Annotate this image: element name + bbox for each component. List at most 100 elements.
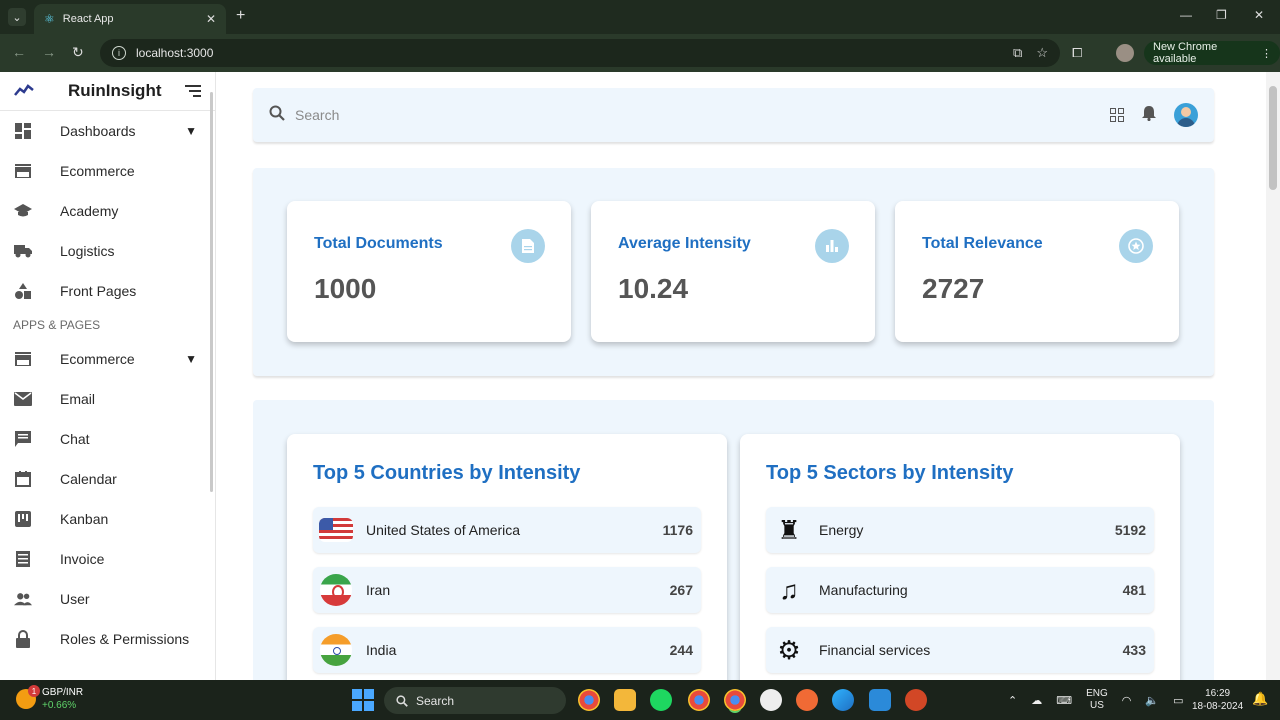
stat-title: Total Relevance [922, 235, 1043, 252]
list-item[interactable]: ⚙ Financial services 433 [766, 627, 1154, 673]
list-item[interactable]: ♫ Manufacturing 481 [766, 567, 1154, 613]
top-search-bar [253, 88, 1214, 142]
sidebar-item-ecommerce[interactable]: Ecommerce [0, 151, 215, 191]
address-bar[interactable]: i localhost:3000 ⧉ ☆ [100, 39, 1060, 67]
lock-icon [14, 630, 32, 648]
scroll-thumb[interactable] [1269, 86, 1277, 190]
vscode-icon[interactable] [869, 689, 891, 711]
search-icon [269, 105, 289, 126]
list-item[interactable]: ♜ Energy 5192 [766, 507, 1154, 553]
windows-start-icon[interactable] [352, 689, 374, 711]
ticker-change: +0.66% [42, 700, 77, 711]
notifications-bell-icon[interactable] [1142, 105, 1156, 126]
sidebar-item-chat[interactable]: Chat [0, 419, 215, 459]
date: 18-08-2024 [1192, 701, 1244, 712]
sidebar-item-logistics[interactable]: Logistics [0, 231, 215, 271]
clock[interactable]: 16:29 18-08-2024 [1192, 687, 1243, 713]
new-tab-button[interactable]: + [236, 7, 245, 25]
forward-button[interactable]: → [42, 44, 56, 60]
back-button[interactable]: ← [12, 44, 26, 60]
gears-icon: ⚙ [777, 634, 801, 665]
stat-value: 10.24 [618, 273, 689, 304]
battery-icon[interactable]: ▭ [1173, 694, 1183, 707]
extensions-icon[interactable]: ⧠ [1072, 45, 1082, 61]
close-window-button[interactable]: ✕ [1254, 8, 1264, 22]
list-item[interactable]: United States of America 1176 [313, 507, 701, 553]
sidebar-item-dashboards[interactable]: Dashboards ▼ [0, 111, 215, 151]
close-icon[interactable]: ✕ [206, 12, 216, 26]
invoice-icon [14, 550, 32, 568]
sidebar-item-invoice[interactable]: Invoice [0, 539, 215, 579]
stat-value: 1000 [314, 273, 377, 304]
site-info-icon[interactable]: i [112, 46, 126, 60]
brand-name: RuinInsight [68, 81, 162, 100]
main-scrollbar[interactable] [1266, 72, 1280, 680]
user-avatar[interactable] [1174, 103, 1198, 127]
chat-icon [14, 430, 32, 448]
tab-search-button[interactable]: ⌄ [8, 8, 26, 26]
menu-toggle-icon[interactable] [185, 82, 201, 100]
stat-card-total-relevance: Total Relevance 2727 [895, 201, 1179, 342]
cloud-icon[interactable]: ☁ [1031, 694, 1042, 707]
stat-title: Average Intensity [618, 235, 751, 252]
apps-grid-icon[interactable] [1110, 108, 1124, 122]
truck-icon [14, 242, 32, 260]
update-chrome-button[interactable]: New Chrome available ⋮ [1144, 41, 1280, 65]
chess-rook-icon: ♜ [777, 514, 801, 545]
postman-icon[interactable] [796, 689, 818, 711]
shapes-icon [14, 282, 32, 300]
minimize-button[interactable]: — [1180, 8, 1192, 22]
chrome-active-icon[interactable] [724, 689, 746, 711]
update-label: New Chrome available [1153, 41, 1218, 65]
iran-flag-icon [320, 574, 352, 606]
stat-card-total-documents: Total Documents 1000 [287, 201, 571, 342]
chrome-app-icon[interactable] [578, 689, 600, 711]
powerpoint-icon[interactable] [905, 689, 927, 711]
sidebar-item-academy[interactable]: Academy [0, 191, 215, 231]
sidebar-item-email[interactable]: Email [0, 379, 215, 419]
wifi-icon[interactable]: ◠ [1122, 694, 1132, 707]
stat-value: 2727 [922, 273, 985, 304]
star-icon [1119, 229, 1153, 263]
edge-icon[interactable] [832, 689, 854, 711]
list-item[interactable]: Iran 267 [313, 567, 701, 613]
reload-button[interactable]: ↻ [72, 44, 84, 61]
system-tray: ⌃ ☁ ⌨ ENG US ◠ 🔈 ▭ [1008, 688, 1184, 712]
stat-title: Total Documents [314, 235, 443, 252]
sidebar-item-roles-permissions[interactable]: Roles & Permissions [0, 619, 215, 659]
list-item[interactable]: India 244 [313, 627, 701, 673]
chevron-up-icon[interactable]: ⌃ [1008, 694, 1017, 707]
notification-bell-icon[interactable]: 🔔 [1252, 691, 1268, 707]
volume-icon[interactable]: 🔈 [1145, 694, 1159, 707]
document-icon [511, 229, 545, 263]
currency-icon: 1 [16, 685, 40, 709]
browser-tab[interactable]: ⚛ React App ✕ [34, 4, 226, 34]
language-indicator[interactable]: ENG US [1086, 688, 1108, 712]
chrome-app-icon[interactable] [688, 689, 710, 711]
install-app-icon[interactable]: ⧉ [1013, 45, 1022, 61]
keyboard-icon[interactable]: ⌨ [1056, 694, 1072, 707]
app-icon[interactable] [760, 689, 782, 711]
sidebar-item-front-pages[interactable]: Front Pages [0, 271, 215, 311]
profile-avatar[interactable] [1116, 44, 1134, 62]
intensity-value: 5192 [1114, 522, 1146, 538]
sidebar-item-user[interactable]: User [0, 579, 215, 619]
sidebar-item-apps-ecommerce[interactable]: Ecommerce ▼ [0, 339, 215, 379]
sidebar-item-kanban[interactable]: Kanban [0, 499, 215, 539]
search-input[interactable] [295, 107, 695, 123]
stock-widget[interactable]: 1 GBP/INR +0.66% [16, 685, 83, 712]
sidebar-item-calendar[interactable]: Calendar [0, 459, 215, 499]
sidebar-scrollbar[interactable] [210, 92, 213, 492]
url-text: localhost:3000 [136, 46, 214, 60]
music-note-icon: ♫ [779, 574, 799, 605]
spotify-icon[interactable] [650, 689, 672, 711]
language-code: ENG [1086, 688, 1108, 699]
taskbar-search[interactable]: Search [384, 687, 566, 714]
section-label: APPS & PAGES [13, 318, 101, 332]
sidebar-item-label: Calendar [60, 471, 117, 487]
bookmark-star-icon[interactable]: ☆ [1036, 45, 1048, 61]
kebab-menu-icon[interactable]: ⋮ [1261, 47, 1272, 60]
maximize-button[interactable]: ❐ [1216, 8, 1227, 22]
country-name: India [366, 642, 397, 658]
file-explorer-icon[interactable] [614, 689, 636, 711]
